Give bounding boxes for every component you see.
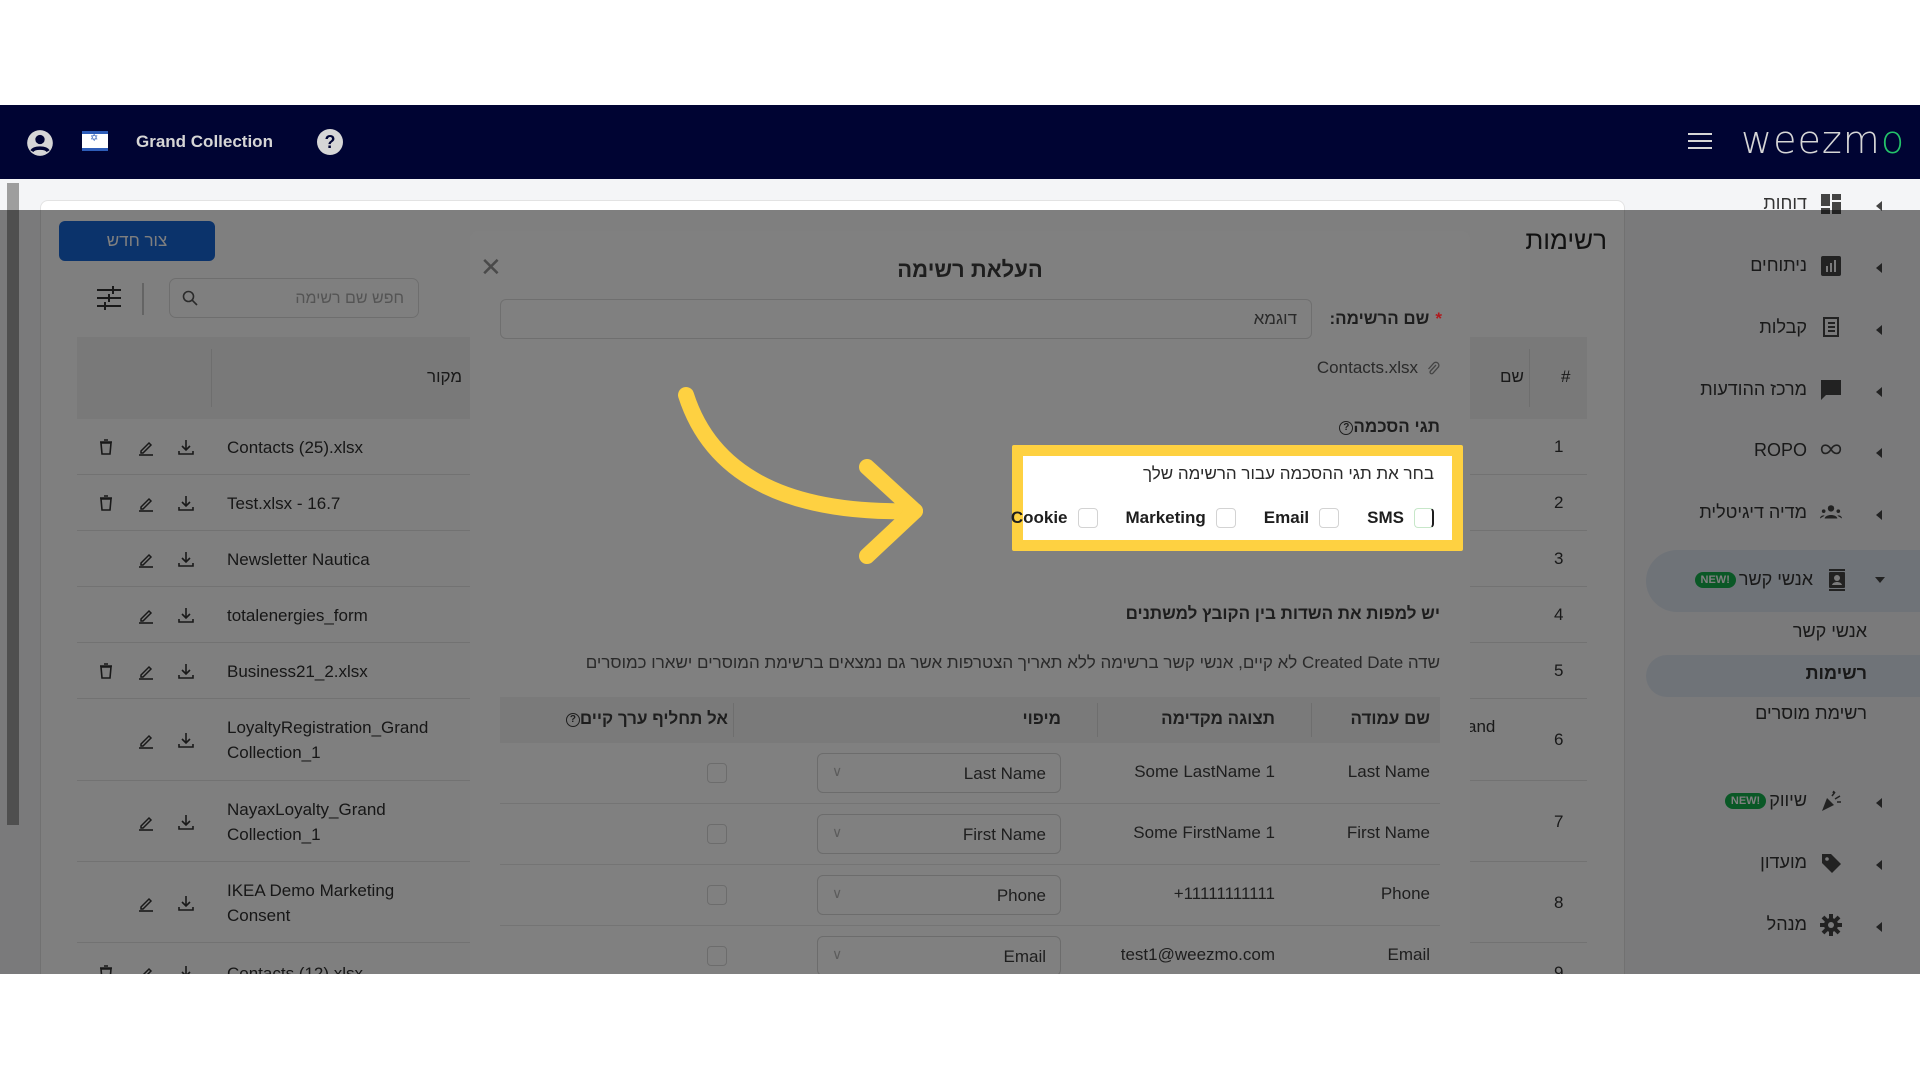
keep-existing-checkbox[interactable] bbox=[707, 763, 727, 783]
keep-existing-text: אל תחליף ערך קיים bbox=[579, 709, 728, 728]
mapping-note: שדה Created Date לא קיים, אנשי קשר ברשימ… bbox=[585, 653, 1440, 672]
consent-option-label: Marketing bbox=[1125, 508, 1206, 527]
mapping-column-name: Email bbox=[1387, 945, 1430, 964]
mapping-header-mapping: מיפוי bbox=[1022, 709, 1061, 728]
consent-tags-box: בחר את תגי ההסכמה עבור הרשימה שלך SMS Ema… bbox=[1011, 456, 1452, 540]
keep-existing-checkbox[interactable] bbox=[707, 824, 727, 844]
list-name-label: * שם הרשימה: bbox=[1329, 309, 1442, 329]
mapping-header-column-name: שם עמודה bbox=[1350, 709, 1430, 728]
consent-option[interactable]: Cookie bbox=[1011, 508, 1098, 528]
mapping-select[interactable]: Phone ∨ bbox=[817, 875, 1061, 915]
column-divider bbox=[733, 703, 734, 737]
mapping-row: Email test1@weezmo.com Email ∨ bbox=[500, 926, 1440, 974]
user-account-icon[interactable] bbox=[26, 129, 54, 157]
keep-existing-checkbox[interactable] bbox=[707, 946, 727, 966]
upload-list-modal: ✕ העלאת רשימה *שם הרשימה: Contacts.xlsx … bbox=[470, 231, 1470, 974]
mapping-column-name: Phone bbox=[1380, 884, 1430, 903]
mapping-select[interactable]: First Name ∨ bbox=[817, 814, 1061, 854]
mapping-column-name: Last Name bbox=[1347, 762, 1430, 781]
bottom-margin bbox=[0, 974, 1920, 1080]
consent-checkbox[interactable] bbox=[1215, 508, 1236, 528]
mapping-row: Last Name Some LastName 1 Last Name ∨ bbox=[500, 743, 1440, 804]
info-question-icon[interactable]: ? bbox=[565, 712, 580, 727]
consent-option-label: SMS bbox=[1367, 508, 1404, 527]
consent-tags-title: תגי הסכמה? bbox=[1339, 417, 1440, 437]
mapping-selected-value: Email bbox=[1003, 947, 1046, 966]
consent-option[interactable]: Marketing bbox=[1126, 508, 1236, 528]
top-margin bbox=[0, 0, 1920, 105]
consent-option[interactable]: Email bbox=[1263, 508, 1340, 528]
attached-file: Contacts.xlsx bbox=[1317, 358, 1440, 378]
consent-option-label: Email bbox=[1263, 508, 1310, 527]
mapping-selected-value: First Name bbox=[962, 825, 1046, 844]
weezmo-logo: weezmo bbox=[1741, 118, 1905, 162]
column-divider bbox=[1097, 703, 1098, 737]
chevron-down-icon[interactable]: ∨ bbox=[832, 824, 842, 841]
info-question-icon[interactable]: ? bbox=[1339, 420, 1354, 435]
mapping-header-preview: תצוגה מקדימה bbox=[1161, 709, 1275, 728]
list-name-input[interactable] bbox=[500, 299, 1312, 339]
mapping-select[interactable]: Last Name ∨ bbox=[817, 753, 1061, 793]
consent-checkbox[interactable] bbox=[1414, 508, 1434, 528]
consent-checkbox[interactable] bbox=[1077, 508, 1098, 528]
hamburger-menu-icon[interactable] bbox=[1688, 133, 1712, 151]
chevron-down-icon[interactable]: ∨ bbox=[832, 763, 842, 780]
chevron-down-icon[interactable]: ∨ bbox=[832, 946, 842, 963]
mapping-preview-value: Some LastName 1 bbox=[1134, 762, 1275, 781]
mapping-selected-value: Phone bbox=[996, 886, 1046, 905]
required-mark: * bbox=[1435, 309, 1442, 328]
keep-existing-checkbox[interactable] bbox=[707, 885, 727, 905]
consent-hint: בחר את תגי ההסכמה עבור הרשימה שלך bbox=[1143, 464, 1434, 483]
mapping-title: יש למפות את השדות בין הקובץ למשתנים bbox=[1125, 604, 1440, 623]
account-name[interactable]: Grand Collection bbox=[136, 132, 273, 152]
mapping-table-header: שם עמודה תצוגה מקדימה מיפוי אל תחליף ערך… bbox=[500, 697, 1440, 743]
paperclip-icon bbox=[1428, 361, 1440, 374]
mapping-preview-value: test1@weezmo.com bbox=[1120, 945, 1275, 964]
consent-option-label: Cookie bbox=[1010, 508, 1068, 527]
mapping-row: Phone +11111111111 Phone ∨ bbox=[500, 865, 1440, 926]
mapping-row: First Name Some FirstName 1 First Name ∨ bbox=[500, 804, 1440, 865]
top-bar: Grand Collection ? weezmo bbox=[0, 105, 1920, 179]
file-name: Contacts.xlsx bbox=[1316, 358, 1418, 377]
consent-option[interactable]: SMS bbox=[1367, 508, 1434, 528]
list-name-label-text: שם הרשימה: bbox=[1329, 309, 1430, 328]
tutorial-arrow-icon bbox=[678, 387, 923, 564]
consent-checkbox[interactable] bbox=[1319, 508, 1340, 528]
mapping-selected-value: Last Name bbox=[963, 764, 1046, 783]
mapping-column-name: First Name bbox=[1346, 823, 1430, 842]
mapping-preview-value: +11111111111 bbox=[1173, 884, 1275, 903]
mapping-header-keep-existing: אל תחליף ערך קיים? bbox=[565, 709, 728, 729]
column-divider bbox=[1311, 703, 1312, 737]
mapping-select[interactable]: Email ∨ bbox=[817, 936, 1061, 974]
consent-title-text: תגי הסכמה bbox=[1353, 417, 1440, 436]
modal-title: העלאת רשימה bbox=[897, 257, 1043, 282]
help-icon[interactable]: ? bbox=[317, 129, 343, 155]
consent-options: SMS Email Marketing Cookie bbox=[983, 508, 1434, 528]
screenshot-frame: Grand Collection ? weezmo צור חדש רשימות… bbox=[0, 0, 1920, 1080]
mapping-preview-value: Some FirstName 1 bbox=[1133, 823, 1275, 842]
chevron-down-icon[interactable]: ∨ bbox=[832, 885, 842, 902]
logo-accent: o bbox=[1880, 118, 1906, 162]
israel-flag-icon[interactable] bbox=[82, 131, 108, 151]
logo-text: weezm bbox=[1741, 118, 1881, 162]
